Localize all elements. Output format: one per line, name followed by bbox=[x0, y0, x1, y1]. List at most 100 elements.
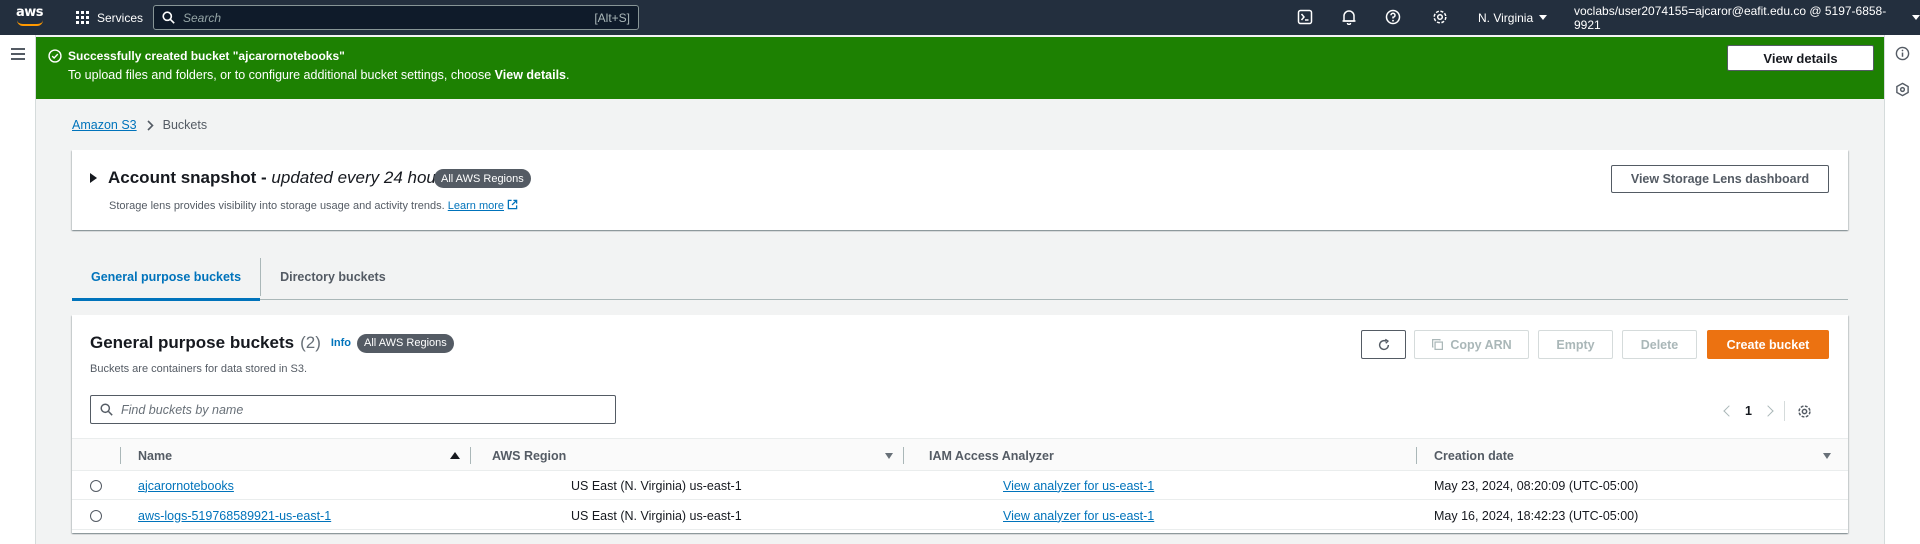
global-search-input[interactable]: Search [Alt+S] bbox=[153, 5, 639, 30]
search-icon bbox=[162, 11, 175, 24]
column-header-name[interactable]: Name bbox=[138, 439, 460, 472]
snapshot-title-italic: updated every 24 hours bbox=[271, 168, 451, 187]
close-icon[interactable] bbox=[1856, 50, 1872, 66]
row-select-radio[interactable] bbox=[90, 509, 102, 522]
bucket-region: US East (N. Virginia) us-east-1 bbox=[571, 478, 742, 493]
aws-logo-text: aws bbox=[16, 5, 44, 20]
services-menu-button[interactable]: Services bbox=[76, 0, 143, 35]
settings-gear-icon[interactable] bbox=[1432, 9, 1448, 25]
right-rail bbox=[1884, 35, 1920, 544]
column-header-analyzer[interactable]: IAM Access Analyzer bbox=[929, 439, 1054, 472]
find-buckets-placeholder: Find buckets by name bbox=[121, 402, 244, 417]
learn-more-link[interactable]: Learn more bbox=[447, 199, 518, 212]
copy-arn-label: Copy ARN bbox=[1450, 337, 1512, 352]
column-region-label: AWS Region bbox=[492, 448, 567, 463]
tab-directory-buckets[interactable]: Directory buckets bbox=[261, 254, 405, 300]
column-divider bbox=[470, 447, 471, 464]
help-icon[interactable] bbox=[1385, 9, 1401, 25]
create-bucket-button[interactable]: Create bucket bbox=[1707, 330, 1829, 359]
flash-message-text: To upload files and folders, or to confi… bbox=[68, 68, 495, 82]
buckets-count: (2) bbox=[300, 333, 321, 352]
page-number[interactable]: 1 bbox=[1745, 404, 1752, 418]
refresh-button[interactable] bbox=[1361, 330, 1406, 359]
column-divider bbox=[120, 447, 121, 464]
table-row[interactable]: aws-logs-519768589921-us-east-1 US East … bbox=[72, 501, 1848, 530]
snapshot-description: Storage lens provides visibility into st… bbox=[109, 199, 518, 212]
expand-caret-icon[interactable] bbox=[90, 173, 97, 183]
breadcrumb-amazon-s3[interactable]: Amazon S3 bbox=[72, 118, 137, 132]
bucket-name-link[interactable]: aws-logs-519768589921-us-east-1 bbox=[138, 509, 331, 523]
aws-logo-smile bbox=[17, 20, 43, 26]
region-label: N. Virginia bbox=[1478, 10, 1534, 25]
resources-panel-icon[interactable] bbox=[1895, 82, 1910, 97]
top-navigation: aws Services Search [Alt+S] N. Virginia … bbox=[0, 0, 1920, 35]
notifications-bell-icon[interactable] bbox=[1341, 9, 1357, 25]
view-details-button[interactable]: View details bbox=[1727, 45, 1874, 71]
all-regions-badge: All AWS Regions bbox=[357, 333, 454, 353]
info-panel-icon[interactable] bbox=[1895, 46, 1910, 61]
info-link[interactable]: Info bbox=[331, 337, 351, 349]
sort-icon bbox=[885, 452, 893, 459]
bucket-type-tabs: General purpose buckets Directory bucket… bbox=[72, 254, 1848, 301]
success-flashbar: Successfully created bucket "ajcarornote… bbox=[36, 37, 1884, 99]
bucket-creation-date: May 16, 2024, 18:42:23 (UTC-05:00) bbox=[1434, 508, 1639, 523]
search-icon bbox=[100, 403, 113, 416]
column-header-created[interactable]: Creation date bbox=[1434, 439, 1831, 472]
chevron-right-icon[interactable] bbox=[1762, 405, 1774, 417]
region-selector[interactable]: N. Virginia bbox=[1478, 0, 1548, 35]
account-menu[interactable]: voclabs/user2074155=ajcaror@eafit.edu.co… bbox=[1574, 0, 1920, 35]
account-snapshot-title[interactable]: Account snapshot - updated every 24 hour… bbox=[108, 168, 450, 188]
search-placeholder: Search bbox=[183, 10, 222, 25]
view-analyzer-link[interactable]: View analyzer for us-east-1 bbox=[1003, 479, 1154, 493]
table-row[interactable]: ajcarornotebooks US East (N. Virginia) u… bbox=[72, 471, 1848, 500]
chevron-right-icon bbox=[147, 119, 154, 131]
row-select-radio[interactable] bbox=[90, 479, 102, 492]
table-preferences-gear-icon[interactable] bbox=[1797, 404, 1812, 419]
success-check-icon bbox=[48, 49, 62, 63]
empty-button[interactable]: Empty bbox=[1538, 330, 1613, 359]
view-storage-lens-button[interactable]: View Storage Lens dashboard bbox=[1611, 165, 1829, 193]
grid-icon bbox=[76, 11, 89, 24]
aws-logo[interactable]: aws bbox=[16, 5, 44, 27]
copy-arn-button[interactable]: Copy ARN bbox=[1414, 330, 1529, 359]
account-snapshot-panel: Account snapshot - updated every 24 hour… bbox=[72, 150, 1848, 230]
flash-message-suffix: . bbox=[566, 68, 570, 82]
cloudshell-icon[interactable] bbox=[1297, 9, 1313, 25]
sort-ascending-icon bbox=[450, 452, 460, 459]
snapshot-title-text: Account snapshot - bbox=[108, 168, 272, 187]
bucket-creation-date: May 23, 2024, 08:20:09 (UTC-05:00) bbox=[1434, 478, 1639, 493]
account-label: voclabs/user2074155=ajcaror@eafit.edu.co… bbox=[1574, 3, 1887, 32]
flash-title: Successfully created bucket "ajcarornote… bbox=[68, 49, 345, 63]
tab-general-purpose-buckets[interactable]: General purpose buckets bbox=[72, 254, 261, 301]
find-buckets-input[interactable]: Find buckets by name bbox=[90, 395, 616, 424]
breadcrumb-buckets: Buckets bbox=[162, 118, 208, 132]
all-regions-badge: All AWS Regions bbox=[434, 169, 531, 188]
column-header-region[interactable]: AWS Region bbox=[492, 439, 893, 472]
view-analyzer-link[interactable]: View analyzer for us-east-1 bbox=[1003, 509, 1154, 523]
chevron-down-icon bbox=[1539, 15, 1548, 20]
bucket-name-link[interactable]: ajcarornotebooks bbox=[138, 479, 234, 493]
table-header: Name AWS Region IAM Access Analyzer Crea… bbox=[72, 438, 1848, 471]
buckets-panel: General purpose buckets (2) Info All AWS… bbox=[72, 315, 1848, 533]
left-rail bbox=[0, 35, 36, 544]
services-label: Services bbox=[97, 10, 144, 25]
external-link-icon bbox=[507, 199, 518, 210]
buckets-description: Buckets are containers for data stored i… bbox=[90, 363, 308, 375]
pager-divider bbox=[1783, 401, 1785, 421]
copy-icon bbox=[1432, 339, 1444, 350]
snapshot-description-text: Storage lens provides visibility into st… bbox=[109, 200, 445, 212]
buckets-title: General purpose buckets bbox=[90, 333, 295, 352]
pagination: 1 bbox=[1723, 401, 1812, 421]
refresh-icon bbox=[1378, 338, 1389, 350]
column-divider bbox=[903, 447, 904, 464]
menu-hamburger-icon[interactable] bbox=[11, 48, 25, 63]
bucket-region: US East (N. Virginia) us-east-1 bbox=[571, 508, 742, 523]
buckets-header: General purpose buckets (2) Info All AWS… bbox=[90, 333, 454, 353]
column-name-label: Name bbox=[138, 448, 173, 463]
learn-more-label: Learn more bbox=[447, 200, 505, 212]
chevron-left-icon[interactable] bbox=[1723, 405, 1735, 417]
column-analyzer-label: IAM Access Analyzer bbox=[929, 448, 1054, 463]
column-created-label: Creation date bbox=[1434, 448, 1514, 463]
sort-icon bbox=[1823, 452, 1831, 459]
delete-button[interactable]: Delete bbox=[1622, 330, 1697, 359]
